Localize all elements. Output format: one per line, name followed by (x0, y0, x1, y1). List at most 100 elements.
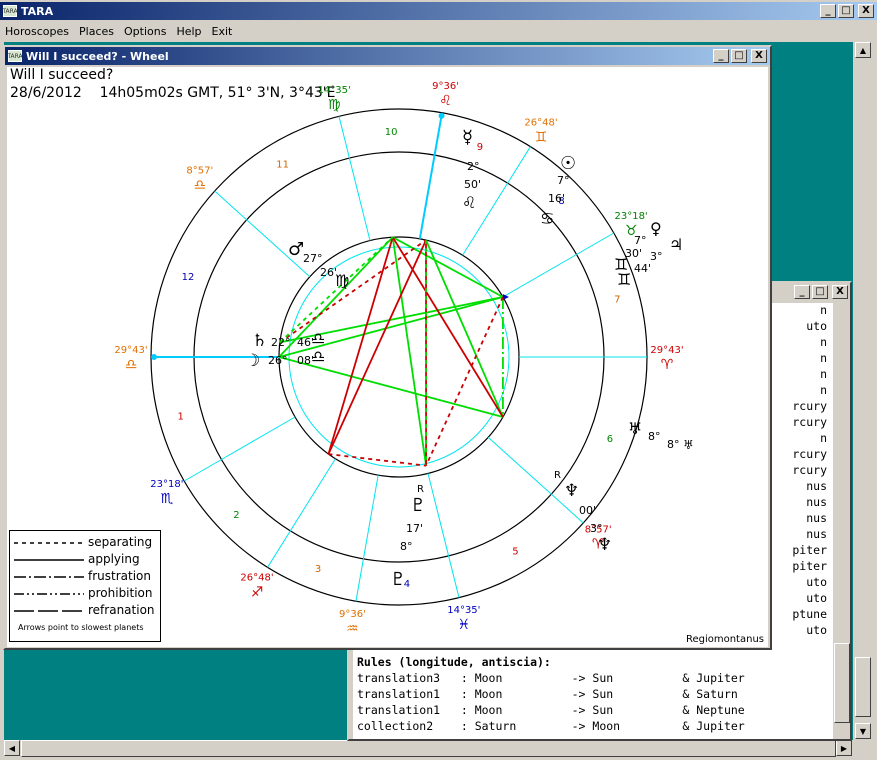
legend-row-prohibition: prohibition (14, 586, 160, 602)
wheel-minimize-button[interactable]: _ (713, 49, 729, 63)
legend-label: applying (88, 552, 140, 566)
pluto-glyph-icon: ♇ (390, 569, 407, 590)
list-item: nus (806, 479, 827, 493)
uranus-glyph-icon: ♅ (628, 419, 643, 438)
moon-deg: 26° (268, 354, 288, 367)
scroll-up-button[interactable]: ▲ (855, 42, 871, 58)
pluto-glyph-icon: ♇ (410, 495, 427, 516)
mercury-deg: 2° (467, 160, 480, 173)
neptune-min: 00' (579, 504, 597, 517)
legend-row-frustration: frustration (14, 569, 160, 585)
list-item: n (820, 351, 827, 365)
mercury-sign-icon: ♌ (462, 193, 477, 212)
list-item: n (820, 383, 827, 397)
main-vertical-scrollbar[interactable]: ▲ ▼ (853, 42, 873, 740)
app-titlebar[interactable]: TARA TARA _ □ X (0, 2, 877, 20)
rules-header: Rules (longitude, antiscia): (357, 655, 551, 669)
venus-glyph-icon: ♀ (650, 219, 662, 238)
rules-maximize-button[interactable]: □ (812, 285, 828, 299)
mars-deg: 27° (303, 252, 323, 265)
neptune-deg: 3° (590, 522, 603, 535)
neptune-retro: R (554, 470, 561, 481)
menu-options[interactable]: Options (119, 25, 171, 38)
list-item: nus (806, 527, 827, 541)
menu-places[interactable]: Places (74, 25, 119, 38)
minimize-button[interactable]: _ (820, 4, 836, 18)
hscroll-thumb[interactable] (21, 740, 836, 757)
jupiter-deg: 3° (650, 250, 663, 263)
wheel-window[interactable]: TARA Will I succeed? - Wheel _ □ X Will … (3, 45, 772, 650)
rules-close-button[interactable]: X (832, 285, 848, 299)
size-grip[interactable] (855, 742, 873, 758)
app-title: TARA (21, 4, 54, 18)
sun-min: 16' (548, 192, 566, 205)
neptune-glyph-icon: ♆ (597, 535, 613, 555)
wheel-close-button[interactable]: X (751, 49, 767, 63)
mercury-min: 50' (464, 178, 482, 191)
list-item: uto (806, 319, 827, 333)
rule-row: translation1 : Moon -> Sun & Saturn (357, 687, 738, 701)
rules-scrollbar[interactable] (834, 303, 850, 739)
wheel-maximize-button[interactable]: □ (731, 49, 747, 63)
list-item: uto (806, 591, 827, 605)
wheel-window-icon: TARA (7, 50, 23, 62)
mars-glyph-icon: ♂ (288, 239, 305, 260)
legend-label: separating (88, 535, 153, 549)
menu-bar: Horoscopes Places Options Help Exit (0, 22, 877, 41)
scroll-down-button[interactable]: ▼ (855, 723, 871, 739)
scroll-right-button[interactable]: ▶ (836, 740, 852, 756)
list-item: n (820, 335, 827, 349)
legend-label: prohibition (88, 586, 153, 600)
list-item: uto (806, 623, 827, 637)
sun-sign-icon: ♋ (540, 209, 555, 228)
saturn-sign-icon: ♎ (311, 329, 326, 348)
close-button[interactable]: X (858, 4, 874, 18)
uranus-deg: 8° (667, 438, 680, 451)
list-item: rcury (792, 399, 827, 413)
sun-deg: 7° (557, 174, 570, 187)
menu-help[interactable]: Help (171, 25, 206, 38)
scroll-left-button[interactable]: ◀ (4, 740, 20, 756)
legend-row-separating: separating (14, 535, 160, 551)
list-item: piter (792, 543, 827, 557)
list-item: rcury (792, 463, 827, 477)
aspect-legend: separating applying frustration prohibit… (9, 530, 161, 642)
jupiter-sign-icon: ♊ (617, 270, 632, 289)
maximize-button[interactable]: □ (838, 4, 854, 18)
saturn-deg: 22° (271, 336, 291, 349)
rules-scroll-thumb[interactable] (834, 643, 850, 723)
app-icon: TARA (2, 5, 18, 17)
legend-label: frustration (88, 569, 151, 583)
main-horizontal-scrollbar[interactable]: ◀ ▶ (4, 740, 853, 757)
list-item: n (820, 303, 827, 317)
legend-row-refranation: refranation (14, 603, 160, 619)
venus-deg: 7° (634, 234, 647, 247)
pluto-deg: 8° (400, 540, 413, 553)
mars-sign-icon: ♍ (335, 271, 350, 290)
legend-note: Arrows point to slowest planets (18, 623, 144, 632)
wheel-canvas[interactable]: Will I succeed? 28/6/2012 14h05m02s GMT,… (7, 67, 768, 647)
legend-row-applying: applying (14, 552, 160, 568)
list-item: rcury (792, 447, 827, 461)
menu-horoscopes[interactable]: Horoscopes (0, 25, 74, 38)
pluto-min: 17' (406, 522, 424, 535)
rules-minimize-button[interactable]: _ (794, 285, 810, 299)
list-item: piter (792, 559, 827, 573)
uranus-glyph-icon: ♅ (683, 438, 694, 452)
mercury-glyph-icon: ☿ (462, 127, 474, 148)
list-item: n (820, 367, 827, 381)
scroll-thumb[interactable] (855, 657, 871, 717)
neptune-glyph-icon: ♆ (564, 481, 580, 501)
legend-label: refranation (88, 603, 155, 617)
wheel-titlebar[interactable]: TARA Will I succeed? - Wheel _ □ X (5, 47, 770, 65)
list-item: rcury (792, 415, 827, 429)
list-item: ptune (792, 607, 827, 621)
rule-row: translation3 : Moon -> Sun & Jupiter (357, 671, 745, 685)
jupiter-min: 44' (634, 262, 652, 275)
moon-glyph-icon: ☽ (245, 351, 261, 371)
menu-exit[interactable]: Exit (207, 25, 238, 38)
sun-glyph-icon: ☉ (560, 153, 577, 174)
list-item: nus (806, 511, 827, 525)
rule-row: collection2 : Saturn -> Moon & Jupiter (357, 719, 745, 733)
list-item: n (820, 431, 827, 445)
